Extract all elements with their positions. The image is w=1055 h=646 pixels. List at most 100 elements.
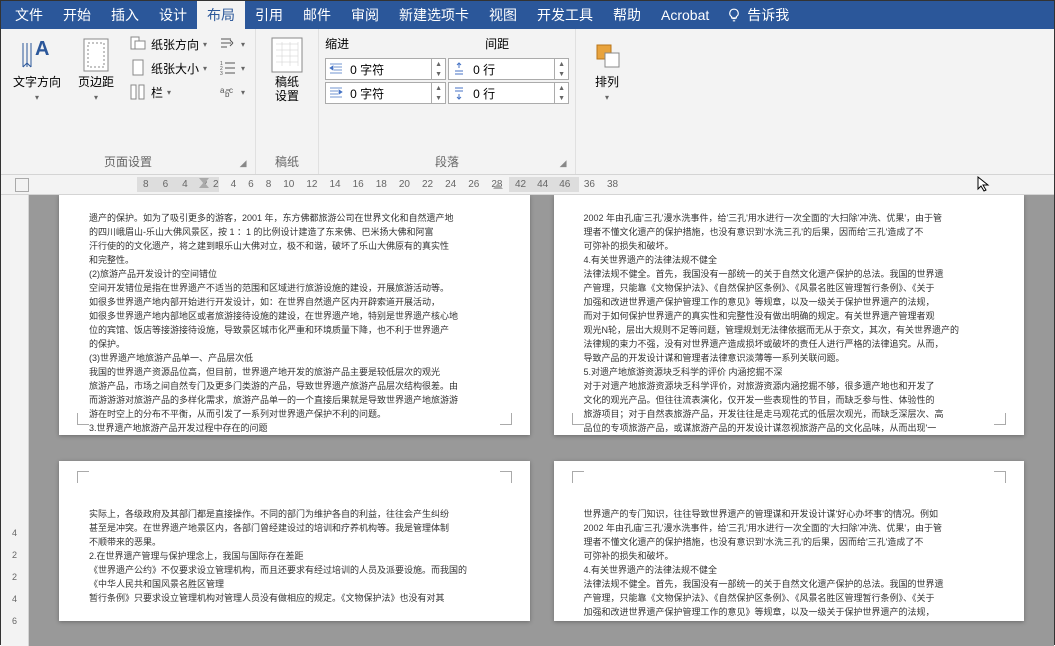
ruler-indent-marker-icon[interactable]	[199, 178, 209, 188]
group-paragraph: 缩进 间距 ▲▼ ▲▼	[319, 29, 576, 174]
breaks-button[interactable]: ▾	[215, 33, 249, 55]
manuscript-settings-button[interactable]: 稿纸 设置	[262, 33, 312, 107]
vertical-ruler[interactable]: 42246	[1, 195, 29, 646]
page-margin-marker-icon	[77, 471, 89, 483]
spacing-before-field[interactable]: ▲▼	[448, 58, 569, 80]
indent-right-field[interactable]: ▲▼	[325, 82, 446, 104]
manuscript-label: 稿纸 设置	[275, 75, 299, 103]
page-setup-dialog-launcher[interactable]: ◢	[237, 158, 249, 170]
ruler-indent-marker-icon[interactable]	[493, 183, 503, 193]
indent-right-input[interactable]	[346, 86, 431, 100]
dropdown-arrow-icon: ▾	[203, 64, 207, 73]
menu-home[interactable]: 开始	[53, 1, 101, 29]
spacing-after-field[interactable]: ▲▼	[448, 82, 569, 104]
spacing-before-input[interactable]	[469, 62, 554, 76]
menu-file[interactable]: 文件	[5, 1, 53, 29]
line-numbers-icon: 123	[219, 59, 237, 77]
line-numbers-button[interactable]: 123 ▾	[215, 57, 249, 79]
dropdown-arrow-icon: ▾	[605, 93, 609, 102]
spacing-section-label: 间距	[485, 35, 509, 52]
arrange-button[interactable]: 排列 ▾	[582, 33, 632, 109]
manuscript-icon	[269, 37, 305, 73]
paragraph-dialog-launcher[interactable]: ◢	[557, 158, 569, 170]
document-page[interactable]: 2002 年由孔庙'三孔'漫水洗事件，给'三孔'用水进行一次全面的'大扫除'冲洗…	[554, 195, 1025, 435]
columns-icon	[129, 83, 147, 101]
menu-layout[interactable]: 布局	[197, 1, 245, 29]
menu-insert[interactable]: 插入	[101, 1, 149, 29]
document-page[interactable]: 实际上，各级政府及其部门都是直接操作。不同的部门为维护各自的利益，往往会产生纠纷…	[59, 461, 530, 621]
indent-left-input[interactable]	[346, 62, 431, 76]
arrange-label: 排列	[595, 75, 619, 89]
columns-label: 栏	[151, 84, 163, 101]
menu-mailings[interactable]: 邮件	[293, 1, 341, 29]
spinner-down[interactable]: ▼	[431, 93, 445, 103]
spinner-down[interactable]: ▼	[554, 93, 568, 103]
group-manuscript: 稿纸 设置 稿纸	[256, 29, 319, 174]
tell-me-label: 告诉我	[747, 5, 789, 25]
document-page[interactable]: 世界遗产的专门知识，往往导致世界遗产的管理谋和开发设计谋'好心办坏事'的情况。例…	[554, 461, 1025, 621]
document-page[interactable]: 遗产的保护。如为了吸引更多的游客，2001 年，东方佛都旅游公司在世界文化和自然…	[59, 195, 530, 435]
size-icon	[129, 59, 147, 77]
columns-button[interactable]: 栏 ▾	[125, 81, 211, 103]
menu-newtab[interactable]: 新建选项卡	[389, 1, 479, 29]
text-direction-label: 文字方向	[13, 75, 61, 89]
spacing-after-icon	[449, 86, 469, 100]
menu-references[interactable]: 引用	[245, 1, 293, 29]
tell-me[interactable]: 告诉我	[727, 5, 789, 25]
hyphenation-button[interactable]: abc ▾	[215, 81, 249, 103]
page-margin-marker-icon	[77, 413, 89, 425]
page-margin-marker-icon	[572, 471, 584, 483]
page-text: 遗产的保护。如为了吸引更多的游客，2001 年，东方佛都旅游公司在世界文化和自然…	[89, 211, 500, 435]
spacing-before-icon	[449, 62, 469, 76]
spinner-up[interactable]: ▲	[554, 59, 568, 69]
indent-left-icon	[326, 62, 346, 76]
spinner-down[interactable]: ▼	[554, 69, 568, 79]
svg-text:A: A	[35, 38, 49, 60]
group-arrange: 排列 ▾	[576, 29, 638, 174]
spinner-up[interactable]: ▲	[431, 83, 445, 93]
spinner-up[interactable]: ▲	[431, 59, 445, 69]
group-page-setup: A 文字方向 ▾ 页边距 ▾ 纸张方向 ▾ 纸张大小 ▾	[1, 29, 256, 174]
group-page-setup-label: 页面设置	[104, 155, 152, 169]
page-margin-marker-icon	[500, 471, 512, 483]
margins-icon	[78, 37, 114, 73]
dropdown-arrow-icon: ▾	[241, 88, 245, 97]
menu-review[interactable]: 审阅	[341, 1, 389, 29]
dropdown-arrow-icon: ▾	[35, 93, 39, 102]
size-label: 纸张大小	[151, 60, 199, 77]
menu-developer[interactable]: 开发工具	[527, 1, 603, 29]
text-direction-button[interactable]: A 文字方向 ▾	[7, 33, 67, 109]
spinner-up[interactable]: ▲	[554, 83, 568, 93]
margins-button[interactable]: 页边距 ▾	[71, 33, 121, 109]
dropdown-arrow-icon: ▾	[167, 88, 171, 97]
menu-acrobat[interactable]: Acrobat	[651, 3, 719, 27]
menu-design[interactable]: 设计	[149, 1, 197, 29]
spacing-after-input[interactable]	[469, 86, 554, 100]
document-area[interactable]: 42246 遗产的保护。如为了吸引更多的游客，2001 年，东方佛都旅游公司在世…	[1, 195, 1054, 646]
group-arrange-label	[582, 168, 632, 172]
page-text: 世界遗产的专门知识，往往导致世界遗产的管理谋和开发设计谋'好心办坏事'的情况。例…	[584, 507, 995, 619]
size-button[interactable]: 纸张大小 ▾	[125, 57, 211, 79]
horizontal-ruler[interactable]: 8642 2468101214161820222426283032343638 …	[1, 175, 1054, 195]
page-text: 2002 年由孔庙'三孔'漫水洗事件，给'三孔'用水进行一次全面的'大扫除'冲洗…	[584, 211, 995, 435]
margins-label: 页边距	[78, 75, 114, 89]
menubar: 文件 开始 插入 设计 布局 引用 邮件 审阅 新建选项卡 视图 开发工具 帮助…	[1, 1, 1054, 29]
menu-view[interactable]: 视图	[479, 1, 527, 29]
dropdown-arrow-icon: ▾	[241, 64, 245, 73]
indent-left-field[interactable]: ▲▼	[325, 58, 446, 80]
spinner-down[interactable]: ▼	[431, 69, 445, 79]
breaks-icon	[219, 35, 237, 53]
arrange-icon	[589, 37, 625, 73]
group-paragraph-label: 段落	[435, 155, 459, 169]
page-margin-marker-icon	[500, 413, 512, 425]
lightbulb-icon	[727, 8, 741, 22]
orientation-label: 纸张方向	[151, 36, 199, 53]
page-margin-marker-icon	[572, 413, 584, 425]
menu-help[interactable]: 帮助	[603, 1, 651, 29]
indent-right-icon	[326, 86, 346, 100]
ribbon: A 文字方向 ▾ 页边距 ▾ 纸张方向 ▾ 纸张大小 ▾	[1, 29, 1054, 175]
dropdown-arrow-icon: ▾	[94, 93, 98, 102]
text-direction-icon: A	[19, 37, 55, 73]
svg-text:3: 3	[220, 71, 223, 77]
orientation-button[interactable]: 纸张方向 ▾	[125, 33, 211, 55]
